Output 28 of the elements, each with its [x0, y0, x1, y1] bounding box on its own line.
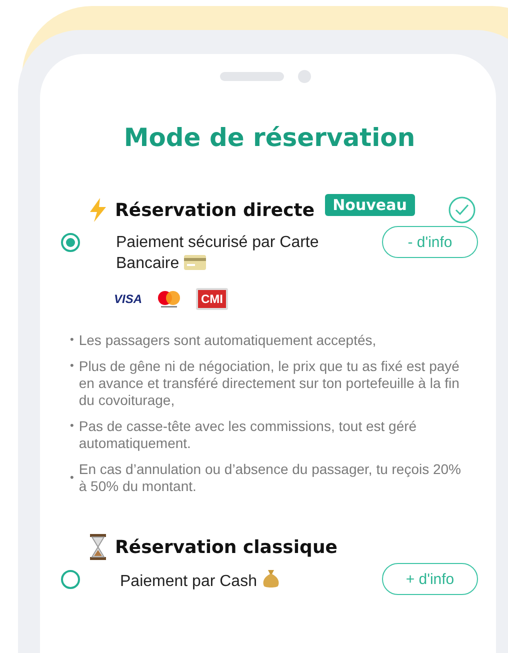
page-title: Mode de réservation [124, 123, 416, 152]
bullet-marker: • [70, 359, 74, 374]
camera-dot [298, 70, 311, 83]
mastercard-logo [156, 290, 182, 308]
section-heading: Réservation classique [115, 536, 338, 558]
radio-button[interactable] [61, 233, 80, 252]
check-circle-icon [448, 196, 476, 224]
credit-card-icon [184, 255, 206, 270]
speaker-grille [220, 72, 284, 81]
bullet-marker: • [70, 470, 74, 486]
cmi-logo: CMI [196, 288, 228, 310]
payment-option-label: Paiement sécurisé par Carte Bancaire [116, 233, 320, 274]
visa-logo: VISA [114, 292, 142, 306]
radio-button[interactable] [61, 570, 80, 589]
benefit-item: Pas de casse-tête avec les commissions, tout est géré automatiquement. [78, 418, 418, 452]
bullet-marker: • [70, 419, 74, 434]
new-badge: Nouveau [324, 194, 415, 216]
benefit-item: En cas d’annulation ou d’absence du passager, tu reçois 20% à 50% du montant. [78, 461, 462, 495]
info-button[interactable]: + d'info [382, 563, 478, 595]
benefit-item: Les passagers sont automatiquement acceptés, [78, 332, 378, 349]
lightning-icon [89, 198, 107, 222]
bullet-marker: • [70, 333, 74, 348]
payment-option-label: Paiement par Cash [120, 569, 370, 592]
hourglass-icon [89, 534, 107, 560]
section-heading: Réservation directe [115, 200, 315, 220]
money-bag-icon [262, 569, 280, 589]
benefit-item: Plus de gêne ni de négociation, le prix que tu as fixé est payé en avance et transféré directement sur ton portefeuille à la fin du covoiturage, [78, 358, 460, 409]
info-button[interactable]: - d'info [382, 226, 478, 258]
